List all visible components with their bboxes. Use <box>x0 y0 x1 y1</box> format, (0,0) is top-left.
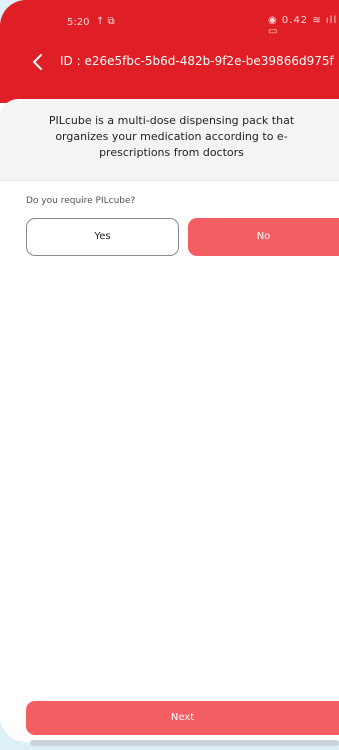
info-card: PILcube is a multi-dose dispensing pack … <box>0 99 339 181</box>
status-bar: 5:20 ↑ ⧉ ◉ 0.42 ≋ ıll ▭ <box>0 0 339 44</box>
pilcube-question-label: Do you require PILcube? <box>26 196 136 206</box>
order-id: ID : e26e5fbc-5b6d-482b-9f2e-be39866d975… <box>60 54 334 68</box>
status-system-icons: ◉ 0.42 ≋ ıll ▭ <box>268 15 338 37</box>
status-time: 5:20 <box>67 17 90 28</box>
pilcube-description: PILcube is a multi-dose dispensing pack … <box>48 114 295 159</box>
nav-row: ID : e26e5fbc-5b6d-482b-9f2e-be39866d975… <box>0 48 339 76</box>
status-notification-icons: ↑ ⧉ <box>96 16 115 27</box>
no-button[interactable]: No <box>188 218 339 256</box>
app-screen: 5:20 ↑ ⧉ ◉ 0.42 ≋ ıll ▭ ID : e26e5fbc-5b… <box>0 0 339 742</box>
chevron-left-icon[interactable] <box>30 52 46 72</box>
next-button[interactable]: Next <box>26 701 339 735</box>
yes-button[interactable]: Yes <box>26 218 179 256</box>
app-header: 5:20 ↑ ⧉ ◉ 0.42 ≋ ıll ▭ ID : e26e5fbc-5b… <box>0 0 339 103</box>
home-indicator <box>30 740 339 746</box>
